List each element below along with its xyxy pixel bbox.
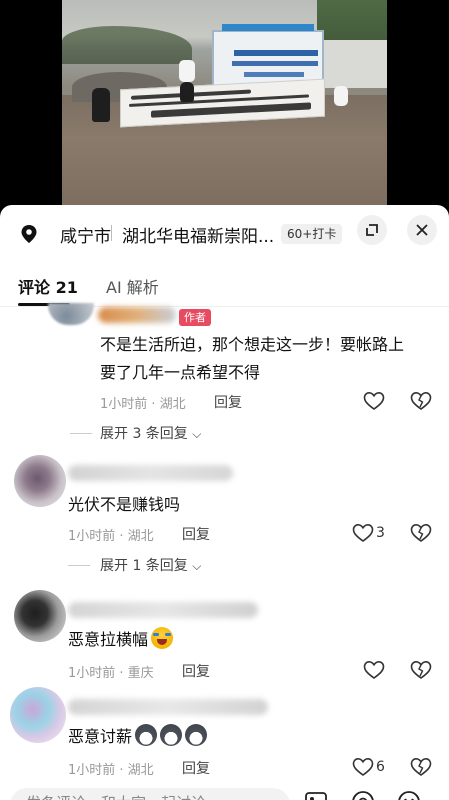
video-area[interactable] xyxy=(0,0,449,215)
author-badge: 作者 xyxy=(179,309,211,326)
comment-text: 不是生活所迫，那个想走这一步！要帐路上 要了几年一点希望不得 xyxy=(100,335,405,382)
comment-meta: 1小时前 · 湖北 xyxy=(68,529,154,544)
avatar[interactable] xyxy=(14,455,66,507)
dislike-broken-heart-icon[interactable] xyxy=(410,660,432,680)
tab-comments[interactable]: 评论 21 xyxy=(18,274,78,298)
expand-replies-button[interactable]: 展开 1 条回复 ⌵ xyxy=(100,555,201,575)
collapse-button[interactable] xyxy=(357,215,387,245)
location-name: 湖北华电福新崇阳... xyxy=(122,227,275,247)
chevron-down-icon: ⌵ xyxy=(192,427,202,441)
divider xyxy=(70,433,92,434)
image-icon[interactable] xyxy=(303,789,329,800)
location-city: 咸宁市 xyxy=(60,227,111,247)
divider xyxy=(111,225,112,241)
dislike-broken-heart-icon[interactable] xyxy=(410,757,432,777)
reply-button[interactable]: 回复 xyxy=(182,524,210,544)
comment-text: 光伏不是赚钱吗 xyxy=(68,495,181,514)
location-pin-icon xyxy=(21,225,37,243)
like-count: 3 xyxy=(376,525,385,541)
comment-input-bar: 发条评论，和大家一起讨论 xyxy=(0,783,449,800)
comment-item: 恶意拉横幅 1小时前 · 重庆 回复 xyxy=(0,590,449,681)
close-button[interactable] xyxy=(407,215,437,245)
comment-meta: 1小时前 · 重庆 xyxy=(68,666,154,681)
avatar[interactable] xyxy=(48,303,94,325)
username-blurred[interactable] xyxy=(68,465,233,481)
mention-icon[interactable] xyxy=(350,789,376,800)
avatar[interactable] xyxy=(14,590,66,642)
expand-replies-button[interactable]: 展开 3 条回复 ⌵ xyxy=(100,423,201,443)
laughing-crying-emoji xyxy=(151,627,174,649)
divider xyxy=(68,565,90,566)
husky-dog-emoji xyxy=(185,724,208,746)
close-icon xyxy=(416,224,428,236)
emoji-icon[interactable] xyxy=(396,789,422,800)
comment-item: 恶意讨薪 1小时前 · 湖北 回复 6 xyxy=(0,687,449,787)
video-frame-photo xyxy=(62,0,387,205)
tab-ai-analysis[interactable]: AI 解析 xyxy=(106,274,159,298)
comment-item: 作者 不是生活所迫，那个想走这一步！要帐路上 要了几年一点希望不得 1小时前 ·… xyxy=(0,303,449,448)
person-figure xyxy=(334,86,348,106)
comment-text: 恶意拉横幅 xyxy=(68,626,174,654)
avatar[interactable] xyxy=(10,687,66,743)
like-count: 6 xyxy=(376,759,385,775)
reply-button[interactable]: 回复 xyxy=(214,392,242,412)
username-blurred[interactable] xyxy=(68,602,258,618)
person-figure xyxy=(179,60,195,82)
username-blurred[interactable] xyxy=(68,699,268,715)
dislike-broken-heart-icon[interactable] xyxy=(410,391,432,411)
comment-text: 恶意讨薪 xyxy=(68,723,208,751)
location-bar[interactable]: 咸宁市 湖北华电福新崇阳... 60+打卡 xyxy=(0,205,449,259)
husky-dog-emoji xyxy=(135,724,158,746)
like-heart-icon[interactable] xyxy=(363,391,385,411)
comment-sheet: 咸宁市 湖北华电福新崇阳... 60+打卡 评论 21 AI 解析 作者 不是生… xyxy=(0,205,449,800)
comment-item: 光伏不是赚钱吗 1小时前 · 湖北 回复 3 展开 1 条回复 ⌵ xyxy=(0,455,449,575)
comment-input[interactable]: 发条评论，和大家一起讨论 xyxy=(10,788,290,800)
dislike-broken-heart-icon[interactable] xyxy=(410,523,432,543)
person-figure xyxy=(92,88,110,122)
comment-meta: 1小时前 · 湖北 xyxy=(68,763,154,778)
reply-button[interactable]: 回复 xyxy=(182,661,210,681)
checkin-badge: 60+打卡 xyxy=(281,224,343,244)
chevron-down-icon: ⌵ xyxy=(192,559,202,573)
tab-bar: 评论 21 AI 解析 xyxy=(0,259,449,307)
like-heart-icon[interactable] xyxy=(352,757,374,777)
comment-meta: 1小时前 · 湖北 xyxy=(100,397,186,412)
like-heart-icon[interactable] xyxy=(363,660,385,680)
username-blurred[interactable] xyxy=(98,307,176,323)
collapse-icon xyxy=(366,224,378,236)
like-heart-icon[interactable] xyxy=(352,523,374,543)
husky-dog-emoji xyxy=(160,724,183,746)
reply-button[interactable]: 回复 xyxy=(182,758,210,778)
